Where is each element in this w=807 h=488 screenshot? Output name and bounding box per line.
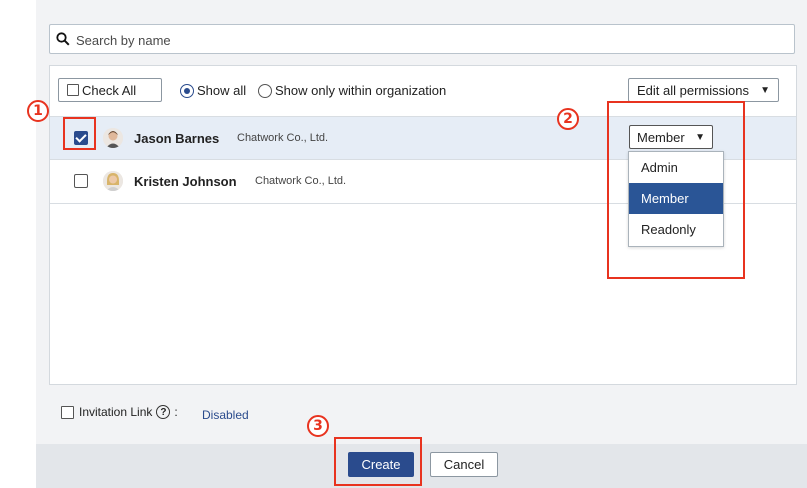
- cancel-button[interactable]: Cancel: [430, 452, 498, 477]
- radio-show-all[interactable]: Show all: [180, 83, 246, 98]
- avatar: [103, 128, 123, 148]
- annotation-marker-3: 3: [307, 415, 329, 437]
- avatar: [103, 171, 123, 191]
- search-input[interactable]: [74, 28, 778, 52]
- check-all-button[interactable]: Check All: [58, 78, 162, 102]
- edit-all-label: Edit all permissions: [637, 82, 749, 98]
- invitation-status: Disabled: [202, 408, 249, 422]
- person-icon: [103, 128, 123, 148]
- member-org: Chatwork Co., Ltd.: [237, 132, 329, 144]
- chevron-down-icon: ▼: [760, 84, 770, 96]
- check-all-checkbox[interactable]: [67, 84, 79, 96]
- search-icon: [56, 32, 70, 46]
- member-name: Jason Barnes: [134, 131, 220, 146]
- radio-show-all-label: Show all: [197, 83, 247, 98]
- invitation-link-checkbox[interactable]: [61, 405, 74, 419]
- highlight-checkbox: [63, 117, 96, 150]
- help-icon[interactable]: ?: [156, 405, 171, 419]
- highlight-create: [334, 437, 422, 486]
- edit-all-permissions-select[interactable]: Edit all permissions ▼: [628, 78, 779, 102]
- member-org: Chatwork Co., Ltd.: [255, 175, 347, 187]
- member-name: Kristen Johnson: [134, 174, 237, 189]
- member-checkbox[interactable]: [74, 174, 88, 188]
- search-box[interactable]: [49, 24, 795, 54]
- radio-show-org[interactable]: Show only within organization: [258, 83, 446, 98]
- invitation-link-label: Invitation Link: [79, 405, 153, 419]
- annotation-marker-1: 1: [27, 100, 49, 122]
- annotation-marker-2: 2: [557, 108, 579, 130]
- invitation-colon: :: [174, 405, 178, 419]
- radio-show-org-label: Show only within organization: [275, 83, 447, 98]
- person-icon: [103, 171, 123, 191]
- highlight-permission: [607, 101, 745, 279]
- invitation-link-row: Invitation Link ? :: [61, 405, 178, 419]
- radio-show-org-indicator[interactable]: [258, 83, 272, 98]
- radio-show-all-indicator[interactable]: [180, 83, 194, 98]
- check-all-label: Check All: [82, 82, 137, 98]
